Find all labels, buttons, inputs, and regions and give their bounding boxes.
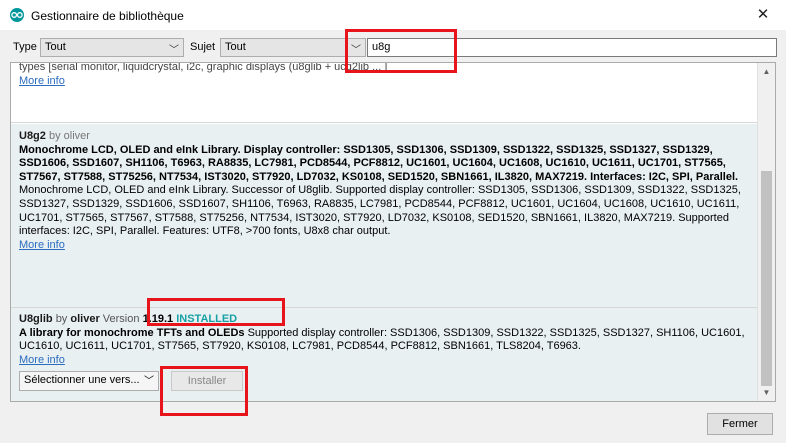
library-author: oliver <box>63 130 90 142</box>
type-label: Type <box>13 41 37 53</box>
subject-select-value: Tout <box>225 41 246 53</box>
version-label: Version <box>102 313 140 325</box>
window-title: Gestionnaire de bibliothèque <box>31 9 184 23</box>
vertical-scrollbar[interactable]: ▲ ▼ <box>757 63 775 401</box>
version-select[interactable]: Sélectionner une vers... ﹀ <box>19 371 159 391</box>
version-select-value: Sélectionner une vers... <box>24 374 140 386</box>
library-header: U8glib by oliver Version 1.19.1 INSTALLE… <box>19 313 751 327</box>
library-author: oliver <box>70 313 100 325</box>
scroll-up-icon[interactable]: ▲ <box>758 63 775 80</box>
library-entry-selected[interactable]: U8glib by oliver Version 1.19.1 INSTALLE… <box>11 308 759 401</box>
search-input[interactable]: u8g <box>367 38 777 57</box>
scroll-down-icon[interactable]: ▼ <box>758 384 775 401</box>
library-entry[interactable]: U8g2 by oliver Monochrome LCD, OLED and … <box>11 124 759 308</box>
install-button[interactable]: Installer <box>171 371 243 391</box>
library-summary: Monochrome LCD, OLED and eInk Library. D… <box>19 143 739 183</box>
scrollbar-thumb[interactable] <box>761 171 772 386</box>
library-list[interactable]: types [serial monitor, liquidcrystal, i2… <box>10 62 776 402</box>
library-text: A library for monochrome TFTs and OLEDs … <box>19 327 751 354</box>
more-info-link[interactable]: More info <box>19 239 65 251</box>
library-description: types [serial monitor, liquidcrystal, i2… <box>19 62 388 73</box>
chevron-down-icon: ﹀ <box>144 376 154 387</box>
type-select-value: Tout <box>45 41 66 53</box>
by-label: by <box>48 130 61 142</box>
library-entry[interactable]: types [serial monitor, liquidcrystal, i2… <box>11 63 759 123</box>
library-name: U8g2 <box>19 130 46 142</box>
library-description: Monochrome LCD, OLED and eInk Library. S… <box>19 184 741 238</box>
subject-label: Sujet <box>190 41 216 53</box>
library-name: U8glib <box>19 313 53 325</box>
title-bar: Gestionnaire de bibliothèque ✕ <box>0 0 786 30</box>
window-close-button[interactable]: ✕ <box>740 0 786 30</box>
close-button[interactable]: Fermer <box>707 413 773 435</box>
by-label: by <box>55 313 68 325</box>
subject-select[interactable]: Tout ﹀ <box>220 38 366 57</box>
filter-bar: Type Tout ﹀ Sujet Tout ﹀ u8g <box>0 36 786 60</box>
library-summary: A library for monochrome TFTs and OLEDs <box>19 326 245 339</box>
chevron-down-icon: ﹀ <box>169 45 179 56</box>
version-number: 1.19.1 <box>142 313 174 325</box>
more-info-link[interactable]: More info <box>19 354 65 366</box>
library-text: Monochrome LCD, OLED and eInk Library. D… <box>19 144 751 239</box>
arduino-icon <box>10 8 24 22</box>
more-info-link[interactable]: More info <box>19 75 65 87</box>
chevron-down-icon: ﹀ <box>351 45 361 56</box>
installed-badge: INSTALLED <box>176 313 238 325</box>
library-header: U8g2 by oliver <box>19 130 751 144</box>
type-select[interactable]: Tout ﹀ <box>40 38 184 57</box>
